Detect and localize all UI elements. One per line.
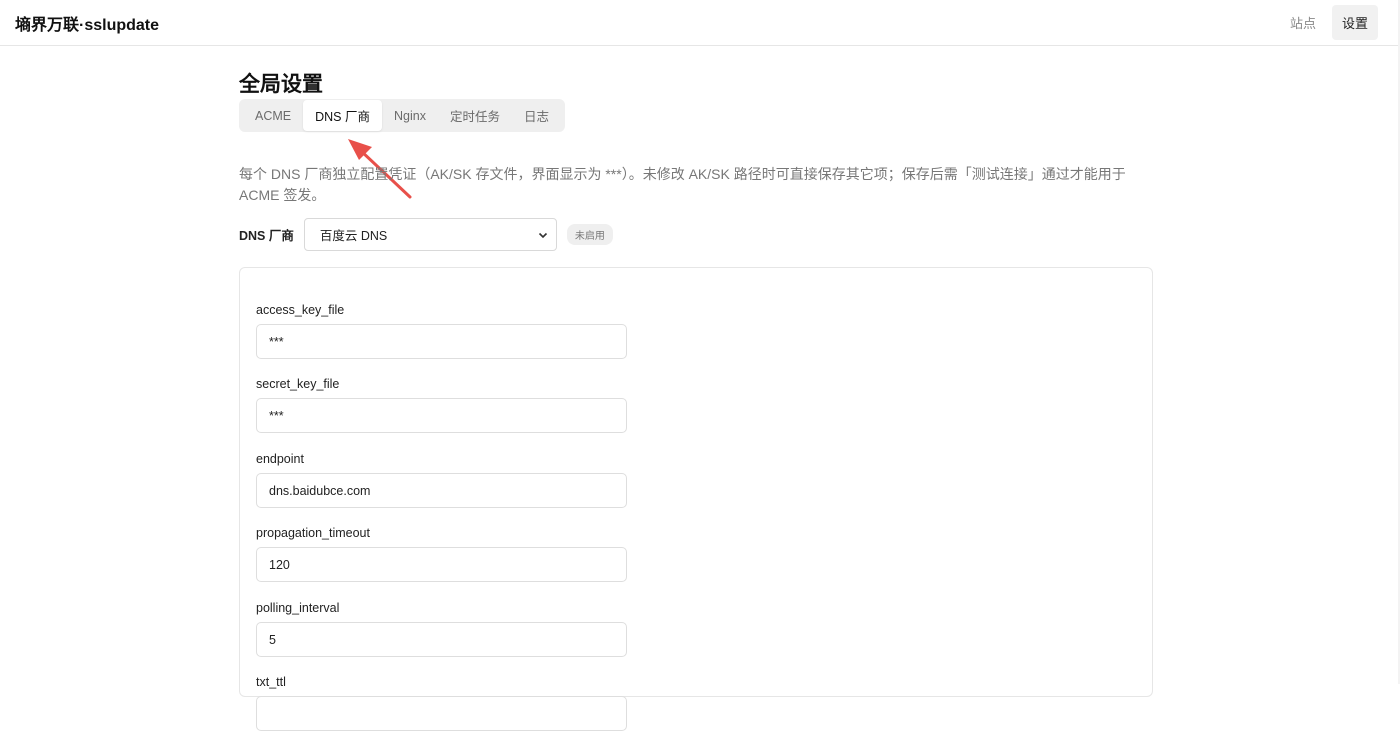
tab-scheduled-tasks[interactable]: 定时任务 [438, 100, 512, 131]
provider-label: DNS 厂商 [239, 229, 294, 243]
top-nav: 站点 设置 [1280, 5, 1378, 40]
txt-ttl-input[interactable] [256, 696, 627, 731]
nav-settings[interactable]: 设置 [1331, 5, 1378, 40]
field-txt-ttl: txt_ttl [256, 675, 627, 731]
polling-interval-input[interactable]: 5 [256, 622, 627, 657]
dns-description: 每个 DNS 厂商独立配置凭证（AK/SK 存文件，界面显示为 ***）。未修改… [239, 166, 1126, 203]
field-label: secret_key_file [256, 377, 340, 391]
field-endpoint: endpoint dns.baidubce.com [256, 452, 627, 508]
settings-tabs: ACME DNS 厂商 Nginx 定时任务 日志 [239, 99, 565, 132]
field-propagation-timeout: propagation_timeout 120 [256, 526, 627, 582]
nav-sites[interactable]: 站点 [1280, 5, 1326, 40]
tab-acme[interactable]: ACME [243, 103, 303, 129]
provider-config-card: access_key_file *** secret_key_file *** … [239, 267, 1153, 731]
tab-logs[interactable]: 日志 [512, 100, 561, 131]
field-label: txt_ttl [256, 675, 286, 689]
access-key-file-input[interactable]: *** [256, 324, 627, 359]
provider-select[interactable]: 百度云 DNS [303, 218, 557, 251]
provider-select-value: 百度云 DNS [319, 229, 388, 243]
page-title: 全局设置 [239, 73, 323, 96]
field-access-key-file: access_key_file *** [256, 303, 627, 359]
field-label: access_key_file [256, 303, 345, 317]
propagation-timeout-input[interactable]: 120 [256, 547, 627, 582]
secret-key-file-input[interactable]: *** [256, 398, 627, 433]
field-label: endpoint [256, 452, 304, 466]
provider-row: DNS 厂商 百度云 DNS 未启用 [239, 218, 613, 251]
field-label: propagation_timeout [256, 526, 370, 540]
status-badge: 未启用 [566, 224, 613, 245]
top-bar: 墒界万联·sslupdate 站点 设置 [0, 0, 1400, 46]
field-label: polling_interval [256, 601, 340, 615]
chevron-down-icon [538, 232, 547, 238]
tab-dns-provider[interactable]: DNS 厂商 [303, 100, 382, 131]
endpoint-input[interactable]: dns.baidubce.com [256, 473, 627, 508]
field-polling-interval: polling_interval 5 [256, 601, 627, 657]
tab-nginx[interactable]: Nginx [382, 103, 438, 129]
field-secret-key-file: secret_key_file *** [256, 377, 627, 433]
app-brand: 墒界万联·sslupdate [15, 16, 160, 34]
